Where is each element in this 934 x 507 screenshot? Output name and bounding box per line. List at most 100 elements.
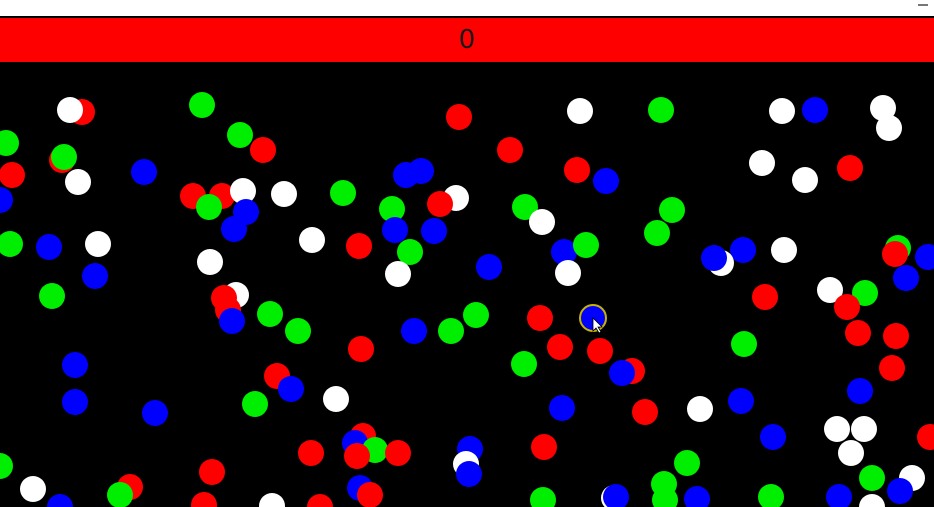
red-ball[interactable] <box>834 294 860 320</box>
white-ball[interactable] <box>271 181 297 207</box>
red-ball[interactable] <box>385 440 411 466</box>
red-ball[interactable] <box>0 162 25 188</box>
blue-ball[interactable] <box>47 494 73 507</box>
blue-ball[interactable] <box>382 217 408 243</box>
green-ball[interactable] <box>463 302 489 328</box>
blue-ball[interactable] <box>760 424 786 450</box>
balls-canvas[interactable] <box>0 62 934 507</box>
red-ball[interactable] <box>564 157 590 183</box>
blue-ball[interactable] <box>421 218 447 244</box>
blue-ball[interactable] <box>221 216 247 242</box>
white-ball[interactable] <box>323 386 349 412</box>
blue-ball[interactable] <box>131 159 157 185</box>
green-ball[interactable] <box>39 283 65 309</box>
blue-ball[interactable] <box>476 254 502 280</box>
green-ball[interactable] <box>107 482 133 507</box>
blue-ball[interactable] <box>401 318 427 344</box>
red-ball[interactable] <box>917 424 934 450</box>
red-ball[interactable] <box>348 336 374 362</box>
green-ball[interactable] <box>242 391 268 417</box>
red-ball[interactable] <box>199 459 225 485</box>
white-ball[interactable] <box>567 98 593 124</box>
blue-ball[interactable] <box>887 478 913 504</box>
blue-ball[interactable] <box>593 168 619 194</box>
green-ball[interactable] <box>0 231 23 257</box>
green-ball[interactable] <box>227 122 253 148</box>
red-ball[interactable] <box>531 434 557 460</box>
green-ball[interactable] <box>330 180 356 206</box>
red-ball[interactable] <box>497 137 523 163</box>
white-ball[interactable] <box>57 97 83 123</box>
white-ball[interactable] <box>529 209 555 235</box>
white-ball[interactable] <box>687 396 713 422</box>
red-ball[interactable] <box>357 482 383 507</box>
red-ball[interactable] <box>883 323 909 349</box>
red-ball[interactable] <box>587 338 613 364</box>
green-ball[interactable] <box>648 97 674 123</box>
white-ball[interactable] <box>838 440 864 466</box>
green-ball[interactable] <box>511 351 537 377</box>
red-ball[interactable] <box>307 494 333 507</box>
white-ball[interactable] <box>749 150 775 176</box>
green-ball[interactable] <box>644 220 670 246</box>
red-ball[interactable] <box>298 440 324 466</box>
blue-ball[interactable] <box>278 376 304 402</box>
blue-ball[interactable] <box>915 244 934 270</box>
blue-ball[interactable] <box>62 352 88 378</box>
green-ball[interactable] <box>438 318 464 344</box>
blue-ball[interactable] <box>408 158 434 184</box>
white-ball[interactable] <box>792 167 818 193</box>
white-ball[interactable] <box>555 260 581 286</box>
blue-ball[interactable] <box>142 400 168 426</box>
blue-ball[interactable] <box>728 388 754 414</box>
red-ball[interactable] <box>191 492 217 507</box>
green-ball[interactable] <box>189 92 215 118</box>
white-ball[interactable] <box>259 493 285 507</box>
red-ball[interactable] <box>446 104 472 130</box>
green-ball[interactable] <box>573 232 599 258</box>
green-ball[interactable] <box>674 450 700 476</box>
red-ball[interactable] <box>845 320 871 346</box>
green-ball[interactable] <box>285 318 311 344</box>
green-ball[interactable] <box>758 484 784 507</box>
white-ball[interactable] <box>20 476 46 502</box>
blue-ball[interactable] <box>36 234 62 260</box>
red-ball[interactable] <box>632 399 658 425</box>
blue-ball[interactable] <box>893 265 919 291</box>
blue-ball[interactable] <box>730 237 756 263</box>
green-ball[interactable] <box>859 465 885 491</box>
green-ball[interactable] <box>731 331 757 357</box>
green-ball[interactable] <box>51 144 77 170</box>
blue-ball[interactable] <box>609 360 635 386</box>
blue-ball[interactable] <box>802 97 828 123</box>
green-ball[interactable] <box>397 239 423 265</box>
blue-ball[interactable] <box>847 378 873 404</box>
white-ball[interactable] <box>851 416 877 442</box>
white-ball[interactable] <box>824 416 850 442</box>
green-ball[interactable] <box>0 453 13 479</box>
green-ball[interactable] <box>196 194 222 220</box>
red-ball[interactable] <box>882 241 908 267</box>
green-ball[interactable] <box>659 197 685 223</box>
blue-ball[interactable] <box>549 395 575 421</box>
green-ball[interactable] <box>530 487 556 507</box>
blue-ball[interactable] <box>456 461 482 487</box>
red-ball[interactable] <box>547 334 573 360</box>
red-ball[interactable] <box>344 443 370 469</box>
red-ball[interactable] <box>879 355 905 381</box>
red-ball[interactable] <box>346 233 372 259</box>
red-ball[interactable] <box>837 155 863 181</box>
green-ball[interactable] <box>257 301 283 327</box>
white-ball[interactable] <box>876 115 902 141</box>
blue-ball[interactable] <box>0 187 13 213</box>
blue-ball[interactable] <box>684 486 710 507</box>
blue-ball[interactable] <box>219 308 245 334</box>
white-ball[interactable] <box>197 249 223 275</box>
red-ball[interactable] <box>427 191 453 217</box>
red-ball[interactable] <box>752 284 778 310</box>
white-ball[interactable] <box>385 261 411 287</box>
blue-ball[interactable] <box>826 484 852 507</box>
white-ball[interactable] <box>771 237 797 263</box>
white-ball[interactable] <box>859 494 885 507</box>
white-ball[interactable] <box>769 98 795 124</box>
